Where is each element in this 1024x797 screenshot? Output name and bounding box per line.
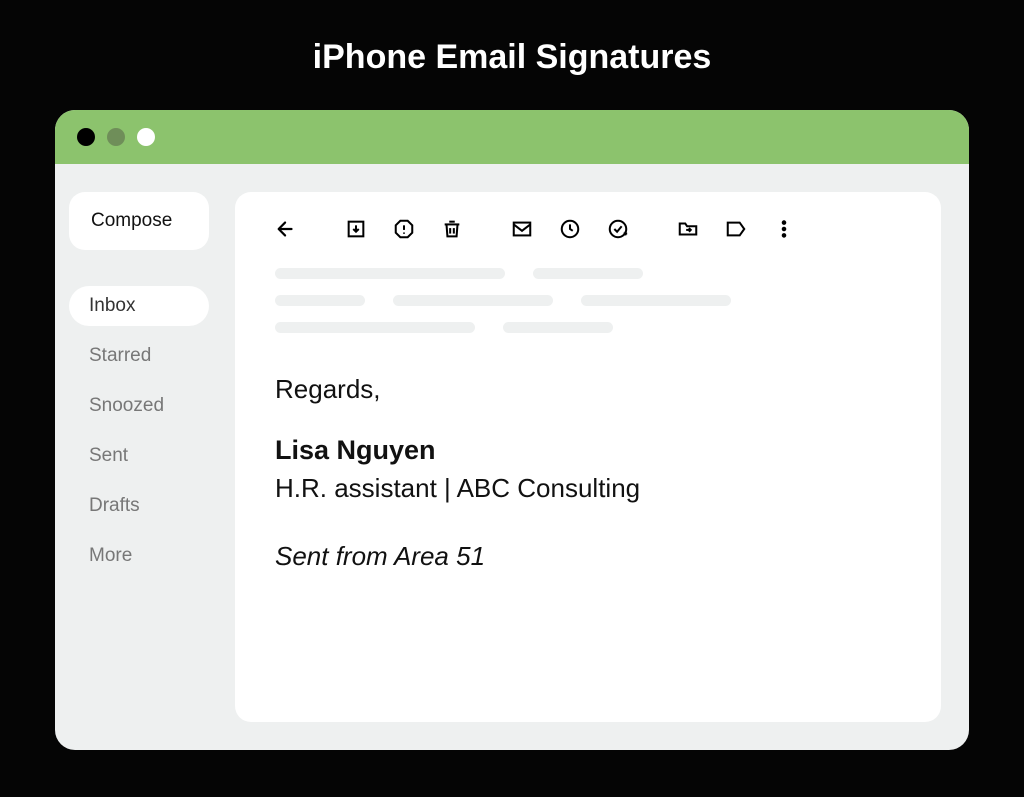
- window-titlebar: [55, 110, 969, 164]
- more-icon[interactable]: [773, 218, 795, 240]
- move-to-icon[interactable]: [677, 218, 699, 240]
- sidebar-item-drafts[interactable]: Drafts: [69, 486, 209, 526]
- signature-sent-from: Sent from Area 51: [275, 538, 901, 576]
- sidebar-item-snoozed[interactable]: Snoozed: [69, 386, 209, 426]
- report-spam-icon[interactable]: [393, 218, 415, 240]
- signature-regards: Regards,: [275, 371, 901, 409]
- mail-toolbar: [275, 218, 901, 240]
- window-dot-close[interactable]: [77, 128, 95, 146]
- delete-icon[interactable]: [441, 218, 463, 240]
- sidebar: Compose Inbox Starred Snoozed Sent Draft…: [55, 164, 225, 750]
- page-title: iPhone Email Signatures: [0, 0, 1024, 77]
- sidebar-item-sent[interactable]: Sent: [69, 436, 209, 476]
- compose-button[interactable]: Compose: [69, 192, 209, 250]
- sidebar-item-more[interactable]: More: [69, 536, 209, 576]
- window-dot-maximize[interactable]: [137, 128, 155, 146]
- app-window: Compose Inbox Starred Snoozed Sent Draft…: [55, 110, 969, 750]
- sidebar-item-starred[interactable]: Starred: [69, 336, 209, 376]
- email-signature: Regards, Lisa Nguyen H.R. assistant | AB…: [275, 371, 901, 575]
- snooze-icon[interactable]: [559, 218, 581, 240]
- message-body-placeholder: [275, 268, 901, 333]
- labels-icon[interactable]: [725, 218, 747, 240]
- back-arrow-icon[interactable]: [275, 218, 297, 240]
- sidebar-item-inbox[interactable]: Inbox: [69, 286, 209, 326]
- mail-pane: Regards, Lisa Nguyen H.R. assistant | AB…: [235, 192, 941, 722]
- mark-unread-icon[interactable]: [511, 218, 533, 240]
- signature-name: Lisa Nguyen: [275, 431, 901, 470]
- add-to-tasks-icon[interactable]: [607, 218, 629, 240]
- window-dot-minimize[interactable]: [107, 128, 125, 146]
- archive-icon[interactable]: [345, 218, 367, 240]
- signature-role: H.R. assistant | ABC Consulting: [275, 470, 901, 508]
